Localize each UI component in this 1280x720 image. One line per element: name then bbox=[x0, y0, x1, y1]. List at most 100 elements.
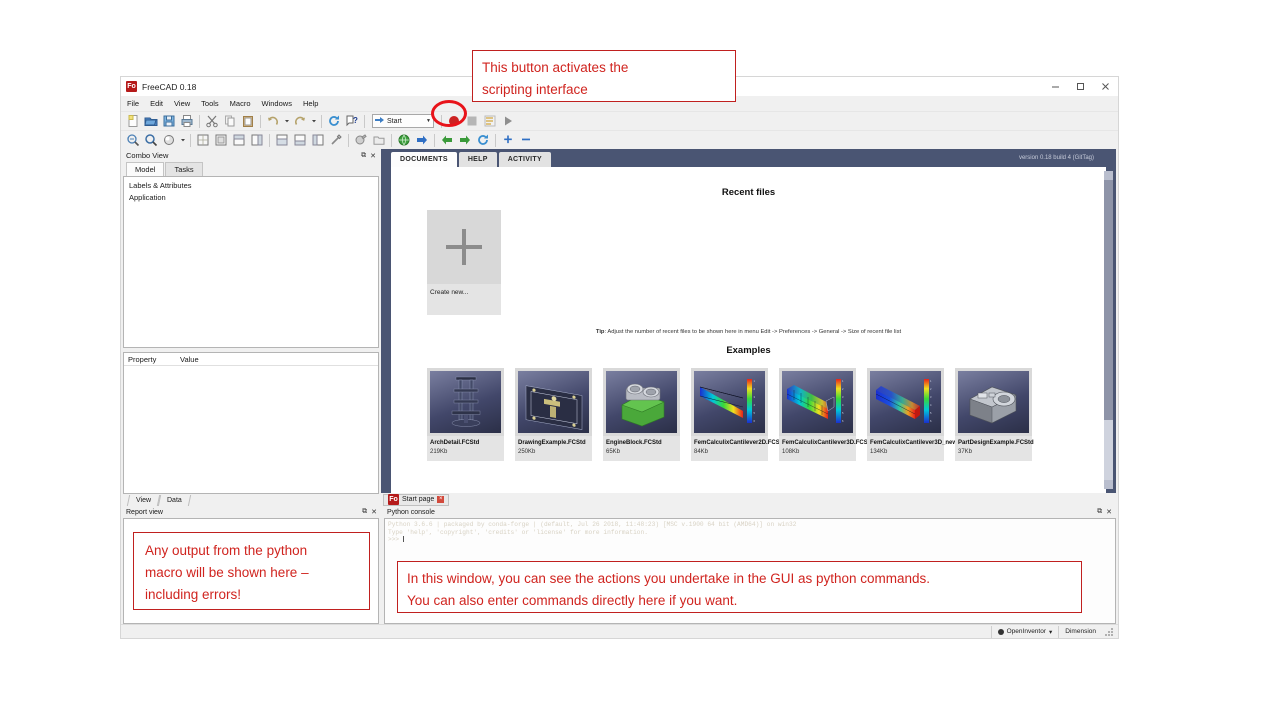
report-view-title: Report view bbox=[126, 508, 163, 516]
copy-icon[interactable] bbox=[222, 113, 238, 129]
menu-file[interactable]: File bbox=[126, 99, 145, 108]
tree-item-labels-attributes[interactable]: Labels & Attributes bbox=[127, 180, 378, 192]
toolbar-separator bbox=[495, 133, 496, 147]
svg-text:5: 5 bbox=[930, 411, 932, 415]
svg-text:2: 2 bbox=[754, 387, 756, 391]
menu-view[interactable]: View bbox=[173, 99, 196, 108]
save-document-icon[interactable] bbox=[161, 113, 177, 129]
svg-text:4: 4 bbox=[842, 403, 844, 407]
scroll-down-arrow[interactable] bbox=[1104, 480, 1113, 489]
workbench-selector-value: Start bbox=[387, 117, 402, 125]
nav-forward-icon[interactable] bbox=[457, 132, 473, 148]
resize-grip[interactable] bbox=[1102, 626, 1118, 638]
macro-record-icon[interactable] bbox=[446, 113, 462, 129]
undo-icon[interactable] bbox=[265, 113, 281, 129]
web-home-icon[interactable] bbox=[396, 132, 412, 148]
property-editor-panel[interactable]: Property Value bbox=[123, 352, 379, 494]
redo-dropdown-icon[interactable] bbox=[310, 113, 317, 129]
example-tile-engine-block[interactable]: EngineBlock.FCStd 65Kb bbox=[603, 368, 680, 461]
model-tree-panel[interactable]: Labels & Attributes Application bbox=[123, 176, 379, 348]
right-view-icon[interactable] bbox=[249, 132, 265, 148]
property-editor-body[interactable] bbox=[124, 366, 378, 493]
bottom-view-icon[interactable] bbox=[292, 132, 308, 148]
left-view-icon[interactable] bbox=[310, 132, 326, 148]
menu-edit[interactable]: Edit bbox=[149, 99, 169, 108]
create-new-tile[interactable]: Create new... bbox=[427, 210, 501, 315]
close-icon[interactable]: × bbox=[437, 496, 445, 503]
tab-tasks[interactable]: Tasks bbox=[165, 162, 203, 176]
macro-edit-icon[interactable] bbox=[482, 113, 498, 129]
start-page-scrollbar[interactable] bbox=[1104, 171, 1113, 489]
front-view-icon[interactable] bbox=[213, 132, 229, 148]
menu-macro[interactable]: Macro bbox=[229, 99, 257, 108]
open-document-icon[interactable] bbox=[143, 113, 159, 129]
renderer-selector[interactable]: OpenInventor ▾ bbox=[990, 625, 1059, 638]
zoom-in-icon[interactable] bbox=[500, 132, 516, 148]
tab-model[interactable]: Model bbox=[126, 162, 165, 176]
version-label: version 0.18 build 4 (GitTag) bbox=[1018, 155, 1094, 161]
scrollbar-thumb[interactable] bbox=[1104, 180, 1113, 420]
engine-block-thumbnail bbox=[603, 368, 680, 436]
tree-item-application[interactable]: Application bbox=[127, 192, 378, 204]
top-view-icon[interactable] bbox=[231, 132, 247, 148]
draw-style-dropdown-icon[interactable] bbox=[179, 132, 186, 148]
tab-view[interactable]: View bbox=[126, 495, 161, 506]
plus-icon bbox=[446, 229, 482, 265]
svg-text:3: 3 bbox=[842, 395, 844, 399]
tab-activity[interactable]: ACTIVITY bbox=[498, 152, 551, 167]
example-tile-drawing-example[interactable]: DrawingExample.FCStd 250Kb bbox=[515, 368, 592, 461]
refresh-web-icon[interactable] bbox=[475, 132, 491, 148]
float-panel-icon[interactable]: ⧉ bbox=[1097, 508, 1102, 516]
property-editor-header: Property Value bbox=[124, 353, 378, 366]
combo-view-title: Combo View bbox=[126, 151, 169, 160]
draw-style-icon[interactable] bbox=[161, 132, 177, 148]
close-panel-icon[interactable]: ✕ bbox=[371, 508, 377, 516]
cut-icon[interactable] bbox=[204, 113, 220, 129]
float-panel-icon[interactable]: ⧉ bbox=[361, 152, 366, 160]
scroll-up-arrow[interactable] bbox=[1104, 171, 1113, 180]
menu-windows[interactable]: Windows bbox=[261, 99, 298, 108]
close-panel-icon[interactable]: ✕ bbox=[1106, 508, 1112, 516]
menu-tools[interactable]: Tools bbox=[200, 99, 225, 108]
texture-icon[interactable] bbox=[353, 132, 369, 148]
example-name: FemCalculixCantilever3D.FCStd bbox=[782, 440, 874, 446]
example-size: 219Kb bbox=[430, 449, 448, 455]
zoom-icon[interactable] bbox=[143, 132, 159, 148]
float-panel-icon[interactable]: ⧉ bbox=[362, 508, 367, 516]
redo-icon[interactable] bbox=[292, 113, 308, 129]
nav-back-icon[interactable] bbox=[439, 132, 455, 148]
menu-help[interactable]: Help bbox=[302, 99, 324, 108]
tab-help[interactable]: HELP bbox=[458, 152, 497, 167]
close-button[interactable] bbox=[1093, 77, 1118, 96]
macro-execute-icon[interactable] bbox=[500, 113, 516, 129]
example-tile-fem-cantilever-2d[interactable]: 12 34 56 FemCalculixCantilever2D.FCStd 8… bbox=[691, 368, 785, 461]
web-browse-icon[interactable] bbox=[414, 132, 430, 148]
zoom-out-icon[interactable] bbox=[518, 132, 534, 148]
folder-icon[interactable] bbox=[371, 132, 387, 148]
rear-view-icon[interactable] bbox=[274, 132, 290, 148]
refresh-icon[interactable] bbox=[326, 113, 342, 129]
fit-all-icon[interactable] bbox=[125, 132, 141, 148]
workbench-selector[interactable]: Start ▼ bbox=[372, 114, 434, 128]
svg-text:3: 3 bbox=[930, 395, 932, 399]
close-panel-icon[interactable]: ✕ bbox=[370, 152, 376, 160]
console-prompt-line[interactable]: >>> bbox=[388, 536, 1112, 544]
example-tile-part-design-example[interactable]: PartDesignExample.FCStd 37Kb bbox=[955, 368, 1034, 461]
undo-dropdown-icon[interactable] bbox=[283, 113, 290, 129]
start-page-scroll-content: Recent files Create new... Tip: Adjust t… bbox=[391, 167, 1106, 461]
minimize-button[interactable] bbox=[1043, 77, 1068, 96]
example-tile-fem-cantilever-3d-newsolver[interactable]: 1 2 3 4 5 6 FemCalculixCantilever3D_newSolv… bbox=[867, 368, 994, 461]
isometric-view-icon[interactable] bbox=[195, 132, 211, 148]
whats-this-icon[interactable]: ? bbox=[344, 113, 360, 129]
tab-documents[interactable]: DOCUMENTS bbox=[391, 152, 457, 167]
mdi-tab-start-page[interactable]: Fo Start page × bbox=[383, 493, 450, 506]
example-tile-fem-cantilever-3d[interactable]: 12 34 56 FemCalculixCantilever3D.FCStd 1… bbox=[779, 368, 874, 461]
new-document-icon[interactable] bbox=[125, 113, 141, 129]
macro-stop-icon[interactable] bbox=[464, 113, 480, 129]
maximize-button[interactable] bbox=[1068, 77, 1093, 96]
tab-data[interactable]: Data bbox=[157, 495, 192, 506]
print-icon[interactable] bbox=[179, 113, 195, 129]
paste-icon[interactable] bbox=[240, 113, 256, 129]
measure-icon[interactable] bbox=[328, 132, 344, 148]
example-tile-arch-detail[interactable]: ArchDetail.FCStd 219Kb bbox=[427, 368, 504, 461]
